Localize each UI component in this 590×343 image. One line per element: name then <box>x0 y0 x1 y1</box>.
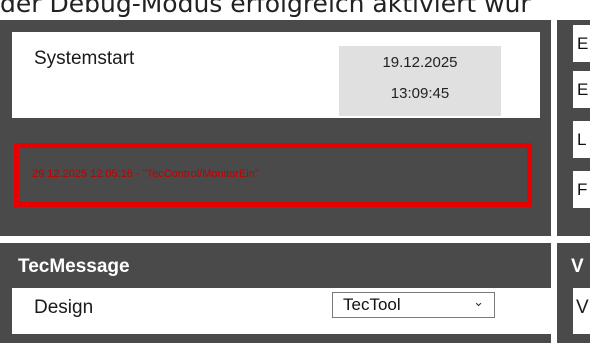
design-select-value: TecTool <box>343 295 401 314</box>
tecmessage-body: Design TecTool ⌄ <box>12 288 551 334</box>
system-start-datetime: 19.12.2025 13:09:45 <box>339 46 501 116</box>
chevron-down-icon: ⌄ <box>473 295 484 310</box>
error-log-box: 29.12.2025 12:05:16 - "TecControl/Monito… <box>14 143 532 207</box>
right-section-body: V <box>573 288 590 334</box>
error-log-entry: 29.12.2025 12:05:16 - "TecControl/Monito… <box>32 168 259 180</box>
right-column-cell[interactable]: E <box>573 71 590 108</box>
design-label: Design <box>34 297 94 318</box>
right-section-title: V <box>571 256 584 277</box>
right-column-cell[interactable]: F <box>573 171 590 208</box>
system-status-panel: Systemstart 19.12.2025 13:09:45 29.12.20… <box>0 20 551 236</box>
right-column-cell[interactable]: E <box>573 25 590 62</box>
system-start-time: 13:09:45 <box>390 85 450 102</box>
system-start-date: 19.12.2025 <box>382 54 458 71</box>
right-section-value: V <box>576 297 589 318</box>
tecmessage-title: TecMessage <box>18 256 130 277</box>
system-start-label: Systemstart <box>34 48 135 69</box>
right-column-cell[interactable]: L <box>573 121 590 158</box>
design-select[interactable]: TecTool ⌄ <box>332 292 495 318</box>
system-start-box: Systemstart 19.12.2025 13:09:45 <box>12 32 540 118</box>
notification-banner-text: der Debug-Modus erfolgreich aktiviert wu… <box>0 0 531 18</box>
